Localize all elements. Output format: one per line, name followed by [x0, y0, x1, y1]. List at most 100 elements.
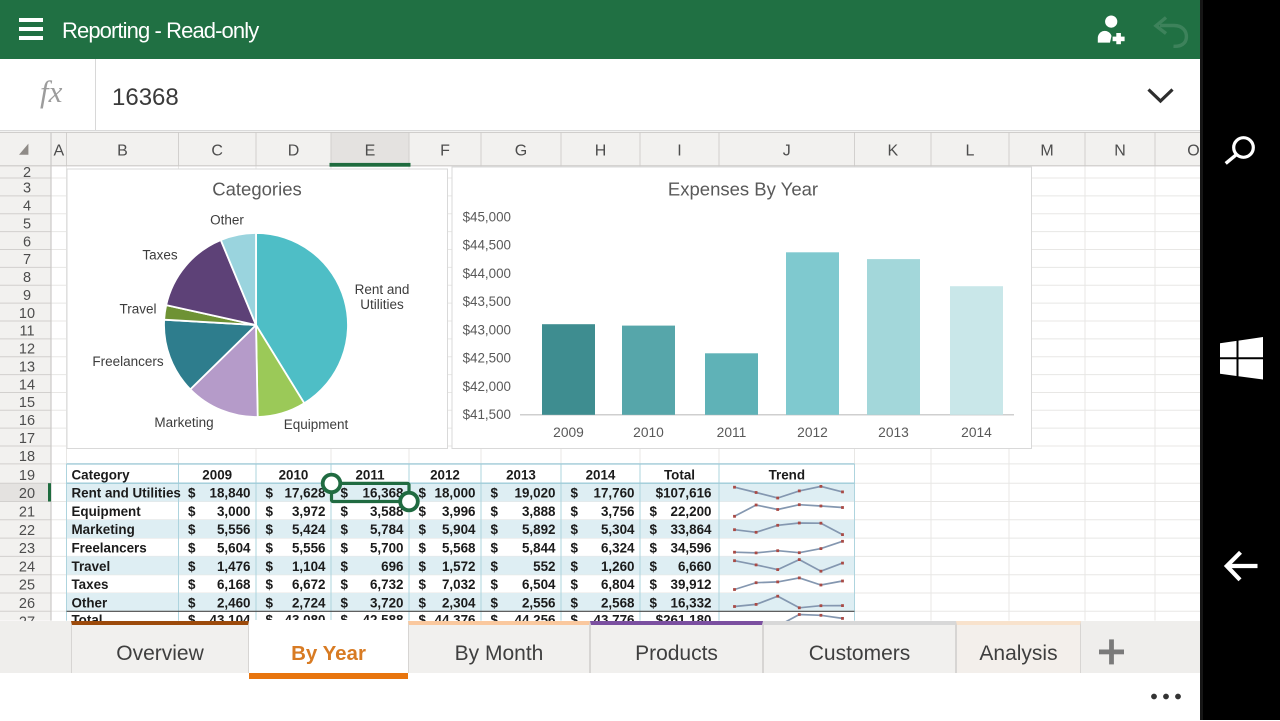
svg-text:1,572: 1,572: [442, 559, 476, 574]
svg-text:25: 25: [19, 578, 35, 594]
svg-text:$: $: [571, 559, 579, 574]
svg-text:$: $: [266, 577, 274, 592]
svg-text:B: B: [117, 143, 128, 160]
svg-text:L: L: [966, 143, 975, 160]
svg-text:Equipment: Equipment: [72, 504, 142, 519]
svg-text:8: 8: [23, 270, 31, 286]
svg-text:$: $: [188, 504, 196, 519]
svg-text:I: I: [677, 143, 681, 160]
svg-text:$: $: [341, 541, 349, 556]
svg-text:$43,000: $43,000: [463, 322, 511, 337]
svg-text:2012: 2012: [797, 425, 828, 440]
svg-text:39,912: 39,912: [671, 577, 712, 592]
svg-text:$: $: [571, 595, 579, 610]
svg-text:$43,500: $43,500: [463, 294, 511, 309]
svg-text:18,000: 18,000: [435, 486, 476, 501]
svg-text:Marketing: Marketing: [154, 415, 213, 430]
svg-text:$: $: [341, 559, 349, 574]
svg-text:17,628: 17,628: [285, 486, 327, 501]
svg-text:2013: 2013: [878, 425, 909, 440]
svg-text:Travel: Travel: [119, 302, 156, 317]
svg-text:11: 11: [19, 324, 34, 340]
svg-text:5,568: 5,568: [442, 541, 476, 556]
svg-text:5,556: 5,556: [217, 522, 251, 537]
svg-text:$: $: [188, 577, 196, 592]
svg-text:2,304: 2,304: [442, 595, 476, 610]
svg-text:Expenses By Year: Expenses By Year: [668, 179, 818, 200]
svg-text:2010: 2010: [633, 425, 664, 440]
svg-text:$: $: [571, 486, 579, 501]
svg-text:5,700: 5,700: [370, 541, 404, 556]
svg-text:$: $: [266, 522, 274, 537]
svg-text:$44,000: $44,000: [463, 266, 511, 281]
svg-text:3,888: 3,888: [522, 504, 556, 519]
svg-text:$: $: [266, 541, 274, 556]
svg-text:16: 16: [19, 413, 35, 429]
svg-text:3,972: 3,972: [292, 504, 326, 519]
svg-text:$: $: [266, 486, 274, 501]
svg-text:7,032: 7,032: [442, 577, 476, 592]
svg-text:3,720: 3,720: [370, 595, 404, 610]
svg-text:2013: 2013: [506, 467, 536, 482]
svg-text:$: $: [650, 559, 658, 574]
svg-text:$: $: [491, 541, 499, 556]
svg-text:Categories: Categories: [212, 179, 301, 200]
svg-text:2010: 2010: [279, 467, 309, 482]
svg-text:$: $: [419, 577, 427, 592]
svg-text:$107,616: $107,616: [656, 486, 712, 501]
svg-text:$: $: [419, 522, 427, 537]
svg-text:$: $: [341, 522, 349, 537]
svg-text:3,588: 3,588: [370, 504, 404, 519]
svg-text:24: 24: [19, 559, 35, 575]
svg-text:Travel: Travel: [72, 559, 111, 574]
svg-text:6,672: 6,672: [292, 577, 326, 592]
svg-text:$: $: [650, 595, 658, 610]
svg-text:Taxes: Taxes: [142, 248, 178, 263]
svg-text:J: J: [783, 143, 791, 160]
svg-text:1,260: 1,260: [601, 559, 635, 574]
svg-text:Rent and Utilities: Rent and Utilities: [72, 486, 181, 501]
svg-text:5,424: 5,424: [292, 522, 326, 537]
svg-text:1,104: 1,104: [292, 559, 326, 574]
svg-text:Category: Category: [72, 467, 131, 482]
svg-text:K: K: [887, 143, 898, 160]
svg-text:O: O: [1187, 143, 1199, 160]
svg-text:15: 15: [19, 395, 35, 411]
svg-text:$: $: [491, 504, 499, 519]
svg-text:12: 12: [19, 342, 35, 358]
svg-text:6,804: 6,804: [601, 577, 635, 592]
svg-text:Other: Other: [210, 213, 244, 228]
svg-text:Trend: Trend: [769, 467, 805, 482]
svg-text:Equipment: Equipment: [284, 417, 349, 432]
svg-text:6,504: 6,504: [522, 577, 556, 592]
svg-text:$42,000: $42,000: [463, 379, 511, 394]
svg-text:$44,500: $44,500: [463, 238, 511, 253]
svg-text:5,784: 5,784: [370, 522, 404, 537]
svg-text:$45,000: $45,000: [463, 209, 511, 224]
svg-text:16,368: 16,368: [363, 486, 405, 501]
svg-text:17: 17: [19, 431, 35, 447]
svg-text:N: N: [1114, 143, 1126, 160]
svg-text:18: 18: [19, 449, 35, 465]
svg-text:$: $: [419, 486, 427, 501]
svg-text:$: $: [266, 504, 274, 519]
svg-text:2011: 2011: [717, 425, 747, 440]
svg-text:696: 696: [381, 559, 403, 574]
svg-text:20: 20: [19, 486, 35, 502]
svg-text:33,864: 33,864: [671, 522, 713, 537]
svg-text:19,020: 19,020: [515, 486, 556, 501]
svg-text:5,556: 5,556: [292, 541, 326, 556]
svg-text:$: $: [650, 577, 658, 592]
svg-text:F: F: [440, 143, 450, 160]
svg-text:13: 13: [19, 359, 35, 375]
svg-text:$: $: [491, 577, 499, 592]
svg-text:7: 7: [23, 252, 31, 268]
svg-text:2,460: 2,460: [217, 595, 251, 610]
svg-text:Freelancers: Freelancers: [72, 541, 147, 556]
svg-text:6,324: 6,324: [601, 541, 635, 556]
svg-text:9: 9: [23, 288, 31, 304]
svg-text:M: M: [1040, 143, 1053, 160]
svg-text:$42,500: $42,500: [463, 351, 511, 366]
svg-text:2,568: 2,568: [601, 595, 635, 610]
svg-text:$: $: [491, 595, 499, 610]
